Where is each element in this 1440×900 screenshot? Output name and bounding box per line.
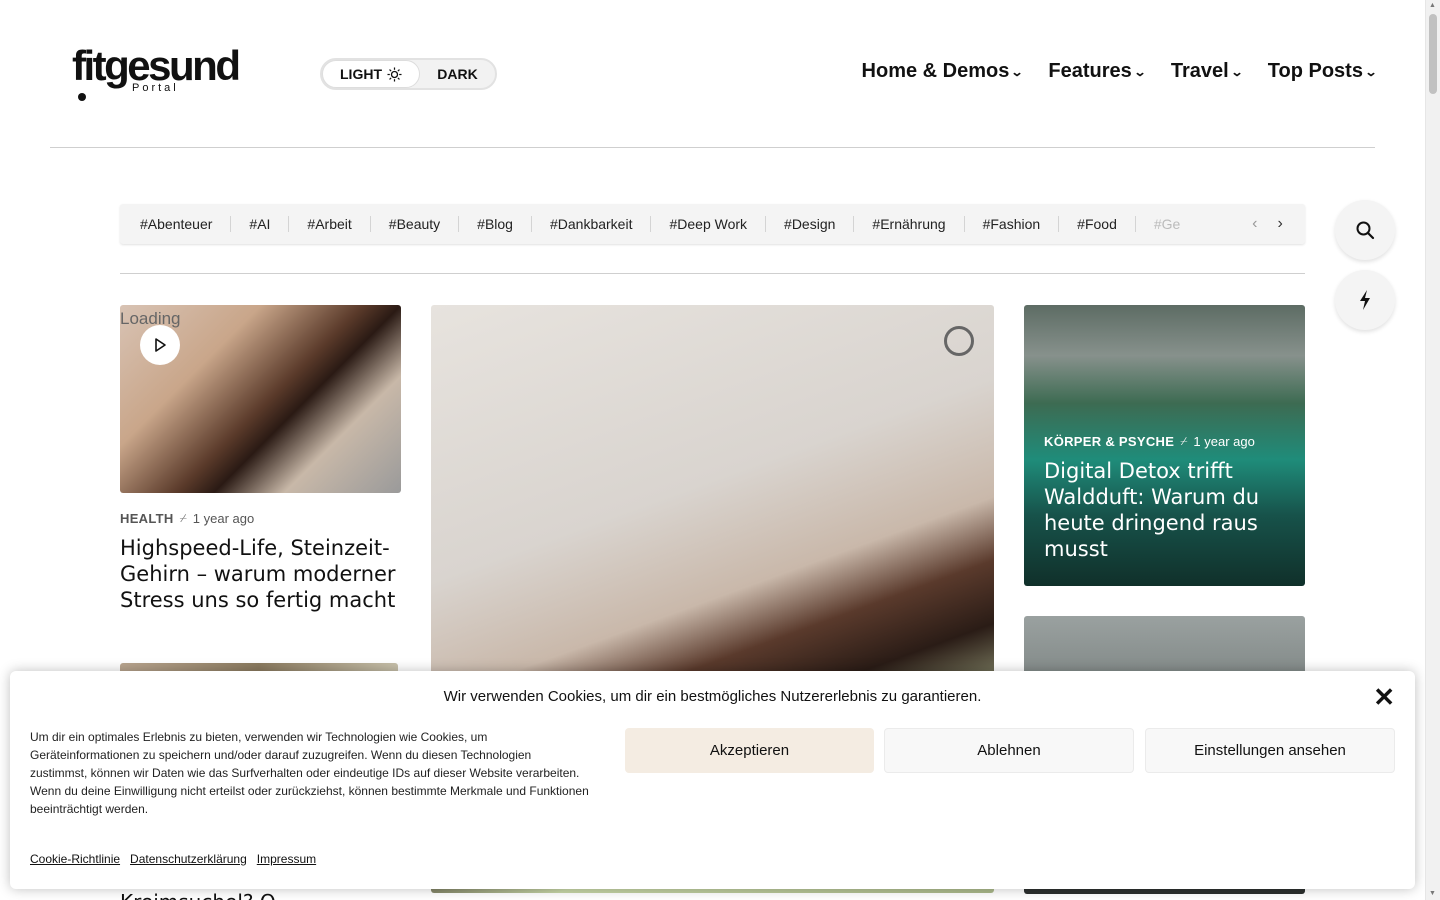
post-time: 1 year ago	[1193, 434, 1255, 449]
article-title[interactable]: Digital Detox trifft Waldduft: Warum du …	[1044, 458, 1289, 562]
tag-link[interactable]: #AI	[231, 216, 290, 232]
sun-icon	[387, 66, 402, 82]
play-button[interactable]	[140, 325, 180, 365]
article-title[interactable]: Kreimsuchel? Q	[120, 892, 276, 900]
loading-ring-icon	[944, 326, 974, 356]
chevron-down-icon: ⌄	[1230, 64, 1244, 79]
nav-top-posts[interactable]: Top Posts ⌄	[1267, 60, 1378, 83]
lightning-icon	[1360, 290, 1370, 310]
content-divider	[120, 273, 1305, 274]
nav-home-demos[interactable]: Home & Demos ⌄	[861, 60, 1024, 83]
chevron-right-icon[interactable]: ›	[1278, 215, 1283, 233]
tag-slider-arrows: ‹ ›	[1230, 204, 1305, 244]
light-mode-button[interactable]: LIGHT	[322, 60, 420, 88]
logo-subtitle: Portal	[130, 82, 181, 94]
tag-link[interactable]: #Food	[1059, 216, 1136, 232]
tag-list: #Abenteuer #AI #Arbeit #Beauty #Blog #Da…	[120, 204, 1230, 244]
chevron-left-icon[interactable]: ‹	[1252, 215, 1257, 233]
category-link[interactable]: HEALTH	[120, 511, 174, 526]
cookie-title: Wir verwenden Cookies, um dir ein bestmö…	[443, 688, 982, 705]
accept-button[interactable]: Akzeptieren	[625, 728, 874, 773]
scrollbar-thumb[interactable]	[1429, 14, 1437, 94]
cookie-banner: Wir verwenden Cookies, um dir ein bestmö…	[10, 671, 1415, 889]
chevron-down-icon: ⌄	[1364, 64, 1378, 79]
logo-dot	[78, 93, 86, 101]
tag-link[interactable]: #Design	[766, 216, 855, 232]
imprint-link[interactable]: Impressum	[257, 852, 316, 866]
search-button[interactable]	[1335, 200, 1395, 260]
tag-link[interactable]: #Dankbarkeit	[532, 216, 652, 232]
tag-slider: #Abenteuer #AI #Arbeit #Beauty #Blog #Da…	[120, 204, 1305, 244]
article-meta: HEALTH ⌿ 1 year ago	[120, 511, 254, 526]
search-icon	[1356, 221, 1375, 240]
tag-link[interactable]: #Beauty	[371, 216, 460, 232]
tag-link[interactable]: #Arbeit	[289, 216, 371, 232]
header-divider	[50, 147, 1375, 148]
dark-mode-button[interactable]: DARK	[420, 66, 495, 82]
tag-link[interactable]: #Ge	[1136, 216, 1198, 232]
cookie-description: Um dir ein optimales Erlebnis zu bieten,…	[30, 730, 589, 816]
nav-label: Travel	[1170, 60, 1229, 82]
tag-link[interactable]: #Deep Work	[651, 216, 767, 232]
theme-toggle[interactable]: LIGHT DARK	[320, 58, 497, 90]
scroll-up-icon[interactable]: ▲	[1429, 2, 1436, 10]
deny-button[interactable]: Ablehnen	[884, 728, 1134, 773]
nav-label: Features	[1048, 60, 1132, 82]
privacy-link[interactable]: Datenschutzerklärung	[130, 852, 247, 866]
tag-link[interactable]: #Blog	[459, 216, 532, 232]
light-mode-label: LIGHT	[340, 66, 382, 82]
site-logo[interactable]: fitgesund Portal	[72, 44, 252, 101]
post-time: 1 year ago	[192, 511, 255, 526]
settings-button[interactable]: Einstellungen ansehen	[1145, 728, 1395, 773]
tag-link[interactable]: #Ernährung	[854, 216, 965, 232]
article-meta: KÖRPER & PSYCHE ⌿ 1 year ago	[1044, 434, 1255, 449]
hash-separator-icon: ⌿	[1180, 434, 1188, 448]
nav-label: Home & Demos	[861, 60, 1010, 82]
tag-link[interactable]: #Fashion	[965, 216, 1060, 232]
nav-label: Top Posts	[1267, 60, 1363, 82]
tag-link[interactable]: #Abenteuer	[120, 216, 232, 232]
cookie-links: Cookie-Richtlinie Datenschutzerklärung I…	[30, 852, 316, 866]
chevron-down-icon: ⌄	[1010, 64, 1024, 79]
nav-features[interactable]: Features ⌄	[1048, 60, 1147, 83]
category-link[interactable]: KÖRPER & PSYCHE	[1044, 434, 1174, 449]
nav-travel[interactable]: Travel ⌄	[1170, 60, 1244, 83]
scroll-down-icon[interactable]: ▼	[1429, 890, 1436, 898]
cookie-policy-link[interactable]: Cookie-Richtlinie	[30, 852, 120, 866]
trending-button[interactable]	[1335, 270, 1395, 330]
page-scrollbar[interactable]: ▲ ▼	[1425, 0, 1440, 900]
article-title[interactable]: Highspeed-Life, Steinzeit-Gehirn – warum…	[120, 535, 405, 613]
main-nav: Home & Demos ⌄ Features ⌄ Travel ⌄ Top Post…	[861, 60, 1378, 83]
loading-text: Loading	[120, 309, 181, 328]
close-icon[interactable]: ✕	[1373, 684, 1395, 710]
play-icon	[155, 338, 166, 352]
chevron-down-icon: ⌄	[1133, 64, 1147, 79]
hash-separator-icon: ⌿	[179, 511, 187, 525]
